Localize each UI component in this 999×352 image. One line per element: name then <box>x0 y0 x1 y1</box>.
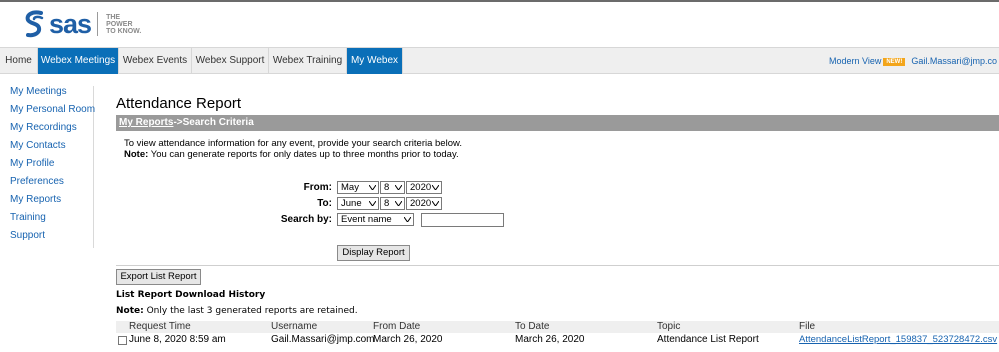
sas-logo[interactable]: sas THE POWER TO KNOW. <box>22 10 146 38</box>
sidebar: My Meetings My Personal Room My Recordin… <box>0 86 95 248</box>
tagline-line-1: THE <box>106 13 121 21</box>
sidebar-item-my-reports[interactable]: My Reports <box>10 194 61 205</box>
intro-text: To view attendance information for any e… <box>124 138 462 160</box>
tab-webex-events[interactable]: Webex Events <box>119 48 192 74</box>
tab-home[interactable]: Home <box>0 48 38 74</box>
from-year-select[interactable]: 2020 <box>406 181 442 194</box>
sidebar-item-my-recordings[interactable]: My Recordings <box>10 122 77 133</box>
cell-username: Gail.Massari@jmp.com <box>271 334 375 345</box>
column-file: File <box>799 321 816 332</box>
column-to-date: To Date <box>515 321 550 332</box>
history-note-text: Only the last 3 generated reports are re… <box>143 306 358 316</box>
sas-swirl-icon <box>22 10 48 38</box>
column-from-date: From Date <box>373 321 421 332</box>
cell-topic: Attendance List Report <box>657 334 759 345</box>
column-request-time: Request Time <box>129 321 191 332</box>
search-by-select[interactable]: Event name <box>337 213 414 226</box>
history-table-header <box>116 321 999 333</box>
from-month-select[interactable]: May <box>337 181 379 194</box>
top-nav: Home Webex Meetings Webex Events Webex S… <box>0 47 999 74</box>
search-by-value: Event name <box>341 214 392 225</box>
display-report-button[interactable]: Display Report <box>337 245 410 261</box>
intro-note-label: Note: <box>124 149 149 160</box>
to-day-select[interactable]: 8 <box>380 197 405 210</box>
sidebar-item-my-contacts[interactable]: My Contacts <box>10 140 66 151</box>
sidebar-item-my-personal-room[interactable]: My Personal Room <box>10 104 95 115</box>
new-badge: NEW! <box>883 58 906 66</box>
breadcrumb-current: ->Search Criteria <box>173 117 254 128</box>
chevron-down-icon <box>404 217 411 222</box>
to-year-select[interactable]: 2020 <box>406 197 442 210</box>
intro-note: Note: You can generate reports for only … <box>124 149 462 160</box>
sidebar-item-preferences[interactable]: Preferences <box>10 176 64 187</box>
logo-divider <box>97 12 99 36</box>
tab-webex-meetings[interactable]: Webex Meetings <box>38 48 119 74</box>
cell-request-time: June 8, 2020 8:59 am <box>129 334 226 345</box>
modern-view-link[interactable]: Modern View <box>829 56 881 66</box>
export-list-report-button[interactable]: Export List Report <box>116 269 201 285</box>
sidebar-item-support[interactable]: Support <box>10 230 45 241</box>
to-year-value: 2020 <box>410 198 432 209</box>
chevron-down-icon <box>395 201 402 206</box>
header: sas THE POWER TO KNOW. <box>0 0 999 47</box>
user-menu[interactable]: Gail.Massari@jmp.co <box>911 56 997 66</box>
chevron-down-icon <box>369 185 376 190</box>
tab-webex-support[interactable]: Webex Support <box>192 48 269 74</box>
breadcrumb-my-reports-link[interactable]: My Reports <box>119 117 173 128</box>
cell-from-date: March 26, 2020 <box>373 334 443 345</box>
file-download-link[interactable]: AttendanceListReport_159837_523728472.cs… <box>799 334 997 346</box>
chevron-down-icon <box>369 201 376 206</box>
search-by-label: Search by: <box>280 214 332 225</box>
history-note-label: Note: <box>116 306 144 316</box>
to-label: To: <box>317 198 332 209</box>
divider <box>116 265 999 266</box>
from-label: From: <box>303 182 332 193</box>
sidebar-item-my-meetings[interactable]: My Meetings <box>10 86 67 97</box>
from-year-value: 2020 <box>410 182 432 193</box>
to-day-value: 8 <box>384 198 390 209</box>
history-note: Note: Only the last 3 generated reports … <box>116 306 358 316</box>
column-username: Username <box>271 321 318 332</box>
column-topic: Topic <box>657 321 681 332</box>
tagline-line-3: TO KNOW. <box>106 27 142 35</box>
to-month-value: June <box>341 198 362 209</box>
history-title: List Report Download History <box>116 290 266 300</box>
chevron-down-icon <box>395 185 402 190</box>
breadcrumb: My Reports->Search Criteria <box>116 115 999 131</box>
chevron-down-icon <box>432 185 439 190</box>
sidebar-item-training[interactable]: Training <box>10 212 46 223</box>
brand-tagline: THE POWER TO KNOW. <box>106 14 146 35</box>
intro-line: To view attendance information for any e… <box>124 138 462 149</box>
intro-note-text: You can generate reports for only dates … <box>148 149 459 160</box>
nav-right: Modern View NEW! Gail.Massari@jmp.co <box>829 48 997 74</box>
from-day-value: 8 <box>384 182 390 193</box>
from-month-value: May <box>341 182 359 193</box>
page-title: Attendance Report <box>116 95 242 112</box>
tagline-line-2: POWER <box>106 20 133 28</box>
brand-name: sas <box>49 9 92 39</box>
row-checkbox[interactable] <box>118 336 127 345</box>
to-month-select[interactable]: June <box>337 197 379 210</box>
cell-to-date: March 26, 2020 <box>515 334 585 345</box>
tab-webex-training[interactable]: Webex Training <box>269 48 347 74</box>
tab-my-webex[interactable]: My Webex <box>347 48 403 74</box>
search-input[interactable] <box>421 213 504 227</box>
sidebar-item-my-profile[interactable]: My Profile <box>10 158 54 169</box>
from-day-select[interactable]: 8 <box>380 181 405 194</box>
chevron-down-icon <box>432 201 439 206</box>
